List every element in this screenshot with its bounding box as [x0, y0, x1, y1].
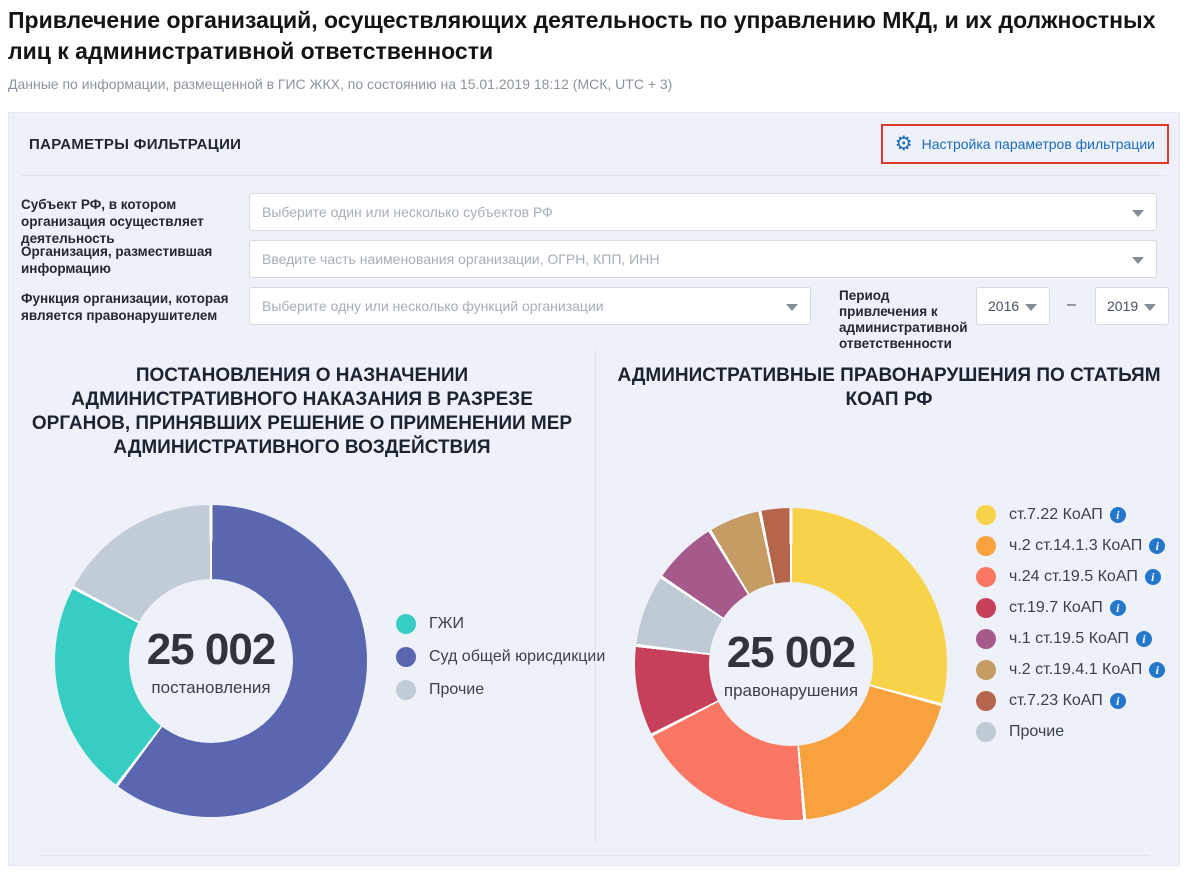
legend-color-dot [976, 567, 996, 587]
info-icon[interactable]: i [1110, 507, 1126, 523]
legend-color-dot [976, 536, 996, 556]
header-divider [21, 175, 1167, 176]
legend-label: ст.7.22 КоАП [1009, 506, 1103, 524]
legend-item[interactable]: Суд общей юрисдикции [396, 646, 605, 668]
legend-item[interactable]: Прочие [976, 721, 1165, 743]
filter-panel-title: ПАРАМЕТРЫ ФИЛЬТРАЦИИ [29, 136, 241, 153]
page-title: Привлечение организаций, осуществляющих … [8, 5, 1180, 67]
legend-item[interactable]: ч.1 ст.19.5 КоАП i [976, 628, 1165, 650]
dropdown-arrow-icon[interactable] [1132, 210, 1144, 217]
offenses-donut-center: 25 002 правонарушения [709, 582, 873, 746]
offenses-chart-section: АДМИНИСТРАТИВНЫЕ ПРАВОНАРУШЕНИЯ ПО СТАТЬ… [596, 346, 1179, 849]
function-select[interactable] [249, 287, 811, 325]
legend-color-dot [396, 647, 416, 667]
info-icon[interactable]: i [1110, 693, 1126, 709]
period-to-select[interactable]: 2019 [1095, 287, 1169, 325]
legend-label: Прочие [1009, 723, 1064, 741]
resolutions-chart-title: ПОСТАНОВЛЕНИЯ О НАЗНАЧЕНИИ АДМИНИСТРАТИВ… [29, 364, 575, 460]
info-icon[interactable]: i [1145, 569, 1161, 585]
dropdown-arrow-icon[interactable] [1025, 304, 1037, 311]
legend-label: Прочие [429, 681, 484, 699]
legend-color-dot [976, 505, 996, 525]
legend-item[interactable]: ч.2 ст.19.4.1 КоАП i [976, 659, 1165, 681]
legend-label: ч.1 ст.19.5 КоАП [1009, 630, 1129, 648]
legend-color-dot [396, 614, 416, 634]
resolutions-total-label: постановления [151, 678, 270, 698]
resolutions-legend: ГЖИ Суд общей юрисдикции Прочие [396, 613, 605, 701]
subject-input[interactable] [250, 194, 1156, 230]
legend-label: Суд общей юрисдикции [429, 648, 605, 666]
organization-input[interactable] [250, 241, 1156, 277]
filter-row-organization: Организация, разместившая информацию [21, 240, 1155, 278]
resolutions-donut-center: 25 002 постановления [129, 579, 293, 743]
period-separator: – [1067, 296, 1076, 314]
bottom-divider [39, 855, 1149, 856]
legend-color-dot [976, 691, 996, 711]
filter-row-subject: Субъект РФ, в котором организация осущес… [21, 193, 1155, 231]
info-icon[interactable]: i [1136, 631, 1152, 647]
legend-color-dot [976, 660, 996, 680]
legend-label: ч.2 ст.19.4.1 КоАП [1009, 661, 1142, 679]
function-label: Функция организации, которая является пр… [21, 290, 249, 324]
function-input[interactable] [250, 288, 810, 324]
legend-item[interactable]: ч.2 ст.14.1.3 КоАП i [976, 535, 1165, 557]
dropdown-arrow-icon[interactable] [1132, 257, 1144, 264]
info-icon[interactable]: i [1110, 600, 1126, 616]
legend-label: ч.24 ст.19.5 КоАП [1009, 568, 1138, 586]
page-subtitle: Данные по информации, размещенной в ГИС … [8, 76, 672, 92]
offenses-total-label: правонарушения [724, 681, 858, 701]
period-from-value: 2016 [988, 298, 1019, 314]
legend-item[interactable]: ст.7.23 КоАП i [976, 690, 1165, 712]
info-icon[interactable]: i [1149, 538, 1165, 554]
resolutions-chart-section: ПОСТАНОВЛЕНИЯ О НАЗНАЧЕНИИ АДМИНИСТРАТИВ… [9, 346, 595, 849]
organization-label: Организация, разместившая информацию [21, 243, 249, 277]
period-to-value: 2019 [1107, 298, 1138, 314]
gear-icon: ⚙ [895, 134, 913, 154]
period-from-select[interactable]: 2016 [976, 287, 1050, 325]
legend-color-dot [976, 629, 996, 649]
legend-label: ст.19.7 КоАП [1009, 599, 1103, 617]
legend-color-dot [976, 722, 996, 742]
offenses-legend: ст.7.22 КоАПiч.2 ст.14.1.3 КоАПiч.24 ст.… [976, 504, 1165, 743]
settings-link-label: Настройка параметров фильтрации [922, 136, 1155, 152]
legend-color-dot [396, 680, 416, 700]
legend-color-dot [976, 598, 996, 618]
dropdown-arrow-icon[interactable] [1144, 304, 1156, 311]
legend-item[interactable]: ч.24 ст.19.5 КоАП i [976, 566, 1165, 588]
legend-label: ч.2 ст.14.1.3 КоАП [1009, 537, 1142, 555]
legend-label: ст.7.23 КоАП [1009, 692, 1103, 710]
info-icon[interactable]: i [1149, 662, 1165, 678]
period-label: Период привлечения к административной от… [839, 288, 979, 352]
legend-item[interactable]: ст.19.7 КоАП i [976, 597, 1165, 619]
legend-item[interactable]: Прочие [396, 679, 605, 701]
offenses-chart-title: АДМИНИСТРАТИВНЫЕ ПРАВОНАРУШЕНИЯ ПО СТАТЬ… [616, 364, 1162, 412]
dashboard-page: Привлечение организаций, осуществляющих … [0, 0, 1188, 875]
filter-panel-header: ПАРАМЕТРЫ ФИЛЬТРАЦИИ ⚙ Настройка парамет… [29, 113, 1169, 175]
legend-item[interactable]: ГЖИ [396, 613, 605, 635]
organization-select[interactable] [249, 240, 1157, 278]
settings-highlight-box: ⚙ Настройка параметров фильтрации [881, 124, 1169, 164]
filter-panel: ПАРАМЕТРЫ ФИЛЬТРАЦИИ ⚙ Настройка парамет… [8, 112, 1180, 866]
legend-item[interactable]: ст.7.22 КоАП i [976, 504, 1165, 526]
subject-select[interactable] [249, 193, 1157, 231]
settings-link[interactable]: ⚙ Настройка параметров фильтрации [895, 134, 1155, 154]
offenses-total: 25 002 [727, 628, 856, 678]
resolutions-total: 25 002 [147, 625, 276, 675]
dropdown-arrow-icon[interactable] [786, 304, 798, 311]
filter-row-function: Функция организации, которая является пр… [21, 287, 1155, 325]
legend-label: ГЖИ [429, 615, 464, 633]
charts-section: ПОСТАНОВЛЕНИЯ О НАЗНАЧЕНИИ АДМИНИСТРАТИВ… [9, 346, 1179, 849]
